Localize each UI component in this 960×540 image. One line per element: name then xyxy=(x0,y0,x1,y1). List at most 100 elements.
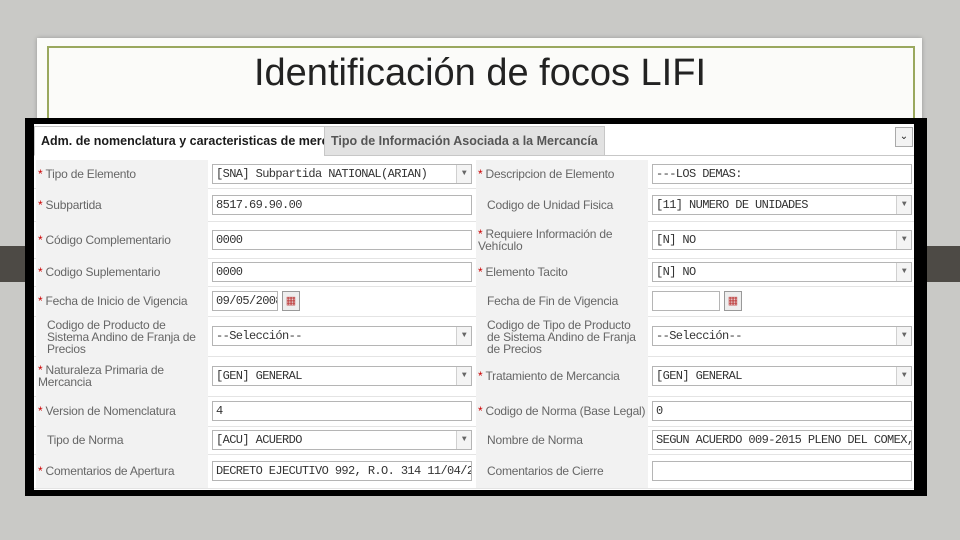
field-label-text: Elemento Tacito xyxy=(485,265,568,279)
text-field[interactable]: ---LOS DEMAS: xyxy=(652,164,912,184)
form-row: * Codigo Suplementario 0000 * Elemento Tacit… xyxy=(34,258,914,287)
field-label-text: Tratamiento de Mercancia xyxy=(485,369,620,383)
text-field[interactable]: 4 xyxy=(212,401,472,421)
field-value: SEGUN ACUERDO 009-2015 PLENO DEL COMEX, … xyxy=(656,433,912,447)
field-label-text: Código Complementario xyxy=(45,233,171,247)
field-label-text: Fecha de Inicio de Vigencia xyxy=(45,294,188,308)
select-field[interactable]: [GEN] GENERAL ▼ xyxy=(212,366,472,386)
field-label: * Requiere Información de Vehículo xyxy=(478,228,646,252)
text-field[interactable]: 0 xyxy=(652,401,912,421)
field-label: Comentarios de Cierre xyxy=(478,465,646,477)
field-value: --Selección-- xyxy=(656,329,742,343)
dropdown-arrow-icon[interactable]: ▼ xyxy=(896,367,911,385)
text-field[interactable] xyxy=(652,461,912,481)
field-label: Codigo de Unidad Fisica xyxy=(478,199,646,211)
required-asterisk: * xyxy=(38,294,43,308)
form-row: * Version de Nomenclatura 4 * Codigo de Norm… xyxy=(34,396,914,427)
field-label-text: Tipo de Elemento xyxy=(45,167,136,181)
field-label: Nombre de Norma xyxy=(478,434,646,446)
field-label-text: Subpartida xyxy=(45,198,102,212)
field-label: * Codigo de Norma (Base Legal) xyxy=(478,405,646,417)
dropdown-arrow-icon[interactable]: ▼ xyxy=(896,196,911,214)
dropdown-arrow-icon[interactable]: ▼ xyxy=(456,431,471,449)
select-field[interactable]: [GEN] GENERAL ▼ xyxy=(652,366,912,386)
dropdown-arrow-icon[interactable]: ▼ xyxy=(456,367,471,385)
field-label: * Fecha de Inicio de Vigencia xyxy=(38,295,206,307)
field-label-text: Requiere Información de Vehículo xyxy=(478,227,613,253)
field-label: * Subpartida xyxy=(38,199,206,211)
field-label-text: Nombre de Norma xyxy=(487,433,583,447)
form-row: * Naturaleza Primaria de Mercancia [GEN] G… xyxy=(34,356,914,397)
form-row: * Tipo de Elemento [SNA] Subpartida NATION… xyxy=(34,160,914,189)
required-asterisk: * xyxy=(38,167,43,181)
field-label: Tipo de Norma xyxy=(38,434,206,446)
field-label-text: Codigo de Producto de Sistema Andino de … xyxy=(47,318,196,356)
field-value: 8517.69.90.00 xyxy=(216,198,302,212)
field-value: 09/05/2008 xyxy=(216,294,278,308)
required-asterisk: * xyxy=(38,464,43,478)
field-label: * Codigo Suplementario xyxy=(38,266,206,278)
field-label: * Tipo de Elemento xyxy=(38,168,206,180)
text-field[interactable]: 8517.69.90.00 xyxy=(212,195,472,215)
dropdown-arrow-icon[interactable]: ▼ xyxy=(456,165,471,183)
select-field[interactable]: [11] NUMERO DE UNIDADES ▼ xyxy=(652,195,912,215)
field-value: 0 xyxy=(656,404,663,418)
required-asterisk: * xyxy=(478,167,483,181)
select-field[interactable]: [ACU] ACUERDO ▼ xyxy=(212,430,472,450)
tab-menu-chevron-icon[interactable]: ⌄ xyxy=(895,127,913,147)
field-label: Fecha de Fin de Vigencia xyxy=(478,295,646,307)
form-row: Tipo de Norma [ACU] ACUERDO ▼ Nombre de Nor… xyxy=(34,426,914,455)
field-value: 4 xyxy=(216,404,223,418)
field-value: 0000 xyxy=(216,265,243,279)
field-label-text: Fecha de Fin de Vigencia xyxy=(487,294,619,308)
field-label-text: Comentarios de Apertura xyxy=(45,464,175,478)
select-field[interactable]: --Selección-- ▼ xyxy=(652,326,912,346)
field-value: DECRETO EJECUTIVO 992, R.O. 314 11/04/20… xyxy=(216,464,472,478)
required-asterisk: * xyxy=(38,265,43,279)
calendar-icon[interactable]: ▦ xyxy=(282,291,300,311)
field-label: * Naturaleza Primaria de Mercancia xyxy=(38,364,206,388)
required-asterisk: * xyxy=(38,404,43,418)
select-field[interactable]: [N] NO ▼ xyxy=(652,262,912,282)
form-row: * Comentarios de Apertura DECRETO EJECUTIV… xyxy=(34,454,914,489)
form-row: * Subpartida 8517.69.90.00 Codigo de Unidad… xyxy=(34,188,914,222)
dropdown-arrow-icon[interactable]: ▼ xyxy=(896,327,911,345)
field-label: Codigo de Producto de Sistema Andino de … xyxy=(38,319,206,355)
date-field[interactable] xyxy=(652,291,720,311)
field-label-text: Comentarios de Cierre xyxy=(487,464,604,478)
field-label: * Elemento Tacito xyxy=(478,266,646,278)
field-label: * Descripcion de Elemento xyxy=(478,168,646,180)
text-field[interactable]: DECRETO EJECUTIVO 992, R.O. 314 11/04/20… xyxy=(212,461,472,481)
select-field[interactable]: [SNA] Subpartida NATIONAL(ARIAN) ▼ xyxy=(212,164,472,184)
field-label-text: Version de Nomenclatura xyxy=(45,404,176,418)
field-value: --Selección-- xyxy=(216,329,302,343)
text-field[interactable]: 0000 xyxy=(212,262,472,282)
required-asterisk: * xyxy=(478,265,483,279)
required-asterisk: * xyxy=(38,233,43,247)
field-value: [GEN] GENERAL xyxy=(656,369,742,383)
date-field[interactable]: 09/05/2008 xyxy=(212,291,278,311)
field-label: * Comentarios de Apertura xyxy=(38,465,206,477)
select-field[interactable]: [N] NO ▼ xyxy=(652,230,912,250)
text-field[interactable]: 0000 xyxy=(212,230,472,250)
tab-informacion-asociada[interactable]: Tipo de Información Asociada a la Mercan… xyxy=(324,126,605,156)
field-value: [ACU] ACUERDO xyxy=(216,433,302,447)
select-field[interactable]: --Selección-- ▼ xyxy=(212,326,472,346)
text-field[interactable]: SEGUN ACUERDO 009-2015 PLENO DEL COMEX, … xyxy=(652,430,912,450)
calendar-icon[interactable]: ▦ xyxy=(724,291,742,311)
form-panel: Adm. de nomenclatura y caracteristicas d… xyxy=(34,124,914,490)
field-label-text: Codigo de Tipo de Producto de Sistema An… xyxy=(487,318,636,356)
required-asterisk: * xyxy=(478,369,483,383)
dropdown-arrow-icon[interactable]: ▼ xyxy=(456,327,471,345)
field-value: [N] NO xyxy=(656,265,696,279)
dropdown-arrow-icon[interactable]: ▼ xyxy=(896,263,911,281)
form-row: Codigo de Producto de Sistema Andino de … xyxy=(34,316,914,357)
required-asterisk: * xyxy=(478,404,483,418)
field-label: Codigo de Tipo de Producto de Sistema An… xyxy=(478,319,646,355)
field-value: [GEN] GENERAL xyxy=(216,369,302,383)
dropdown-arrow-icon[interactable]: ▼ xyxy=(896,231,911,249)
slide-title: Identificación de focos LIFI xyxy=(253,52,707,94)
field-value: [SNA] Subpartida NATIONAL(ARIAN) xyxy=(216,167,428,181)
form-row: * Fecha de Inicio de Vigencia 09/05/2008 ▦ F… xyxy=(34,286,914,317)
field-label: * Version de Nomenclatura xyxy=(38,405,206,417)
